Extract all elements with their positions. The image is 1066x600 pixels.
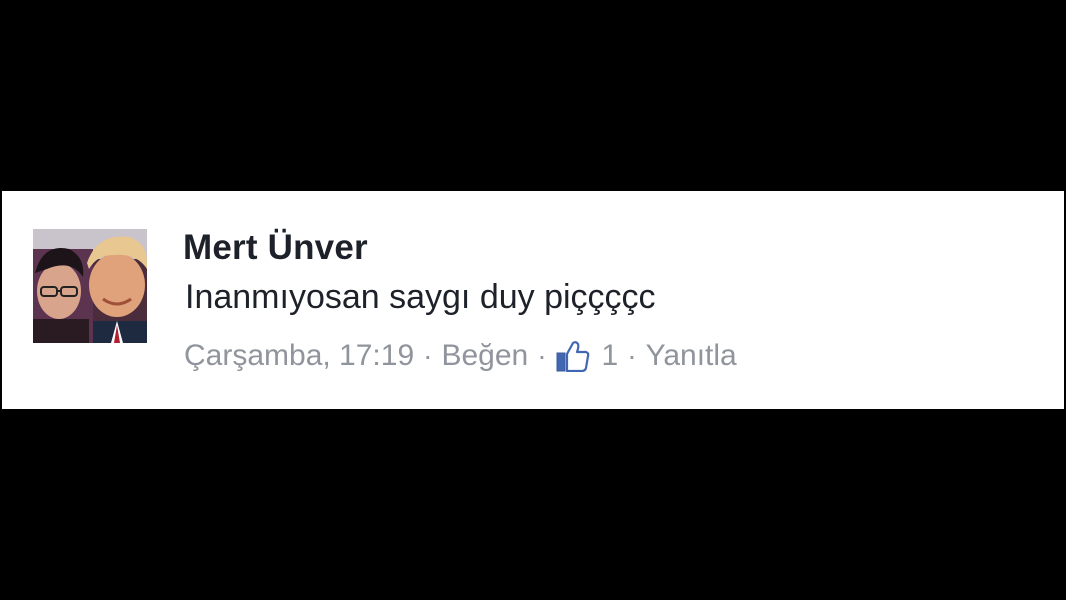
reply-action-link[interactable]: Yanıtla <box>646 339 737 373</box>
profile-photo-image <box>33 229 147 343</box>
comment-card: Mert Ünver Inanmıyosan saygı duy piççççc… <box>2 191 1064 409</box>
meta-separator: · <box>423 340 433 371</box>
comment-text: Inanmıyosan saygı duy piççççc <box>185 278 656 316</box>
avatar[interactable] <box>33 229 147 343</box>
meta-separator: · <box>627 340 637 371</box>
comment-meta-row: Çarşamba, 17:19 · Beğen · 1 · Yanıtla <box>184 336 737 376</box>
screen: Mert Ünver Inanmıyosan saygı duy piççççc… <box>0 0 1066 600</box>
thumbs-up-icon[interactable] <box>556 340 590 372</box>
like-count[interactable]: 1 <box>602 339 619 373</box>
comment-author-name[interactable]: Mert Ünver <box>183 228 368 268</box>
comment-timestamp[interactable]: Çarşamba, 17:19 <box>184 339 414 373</box>
like-action-link[interactable]: Beğen <box>441 339 528 373</box>
meta-separator: · <box>537 340 547 371</box>
